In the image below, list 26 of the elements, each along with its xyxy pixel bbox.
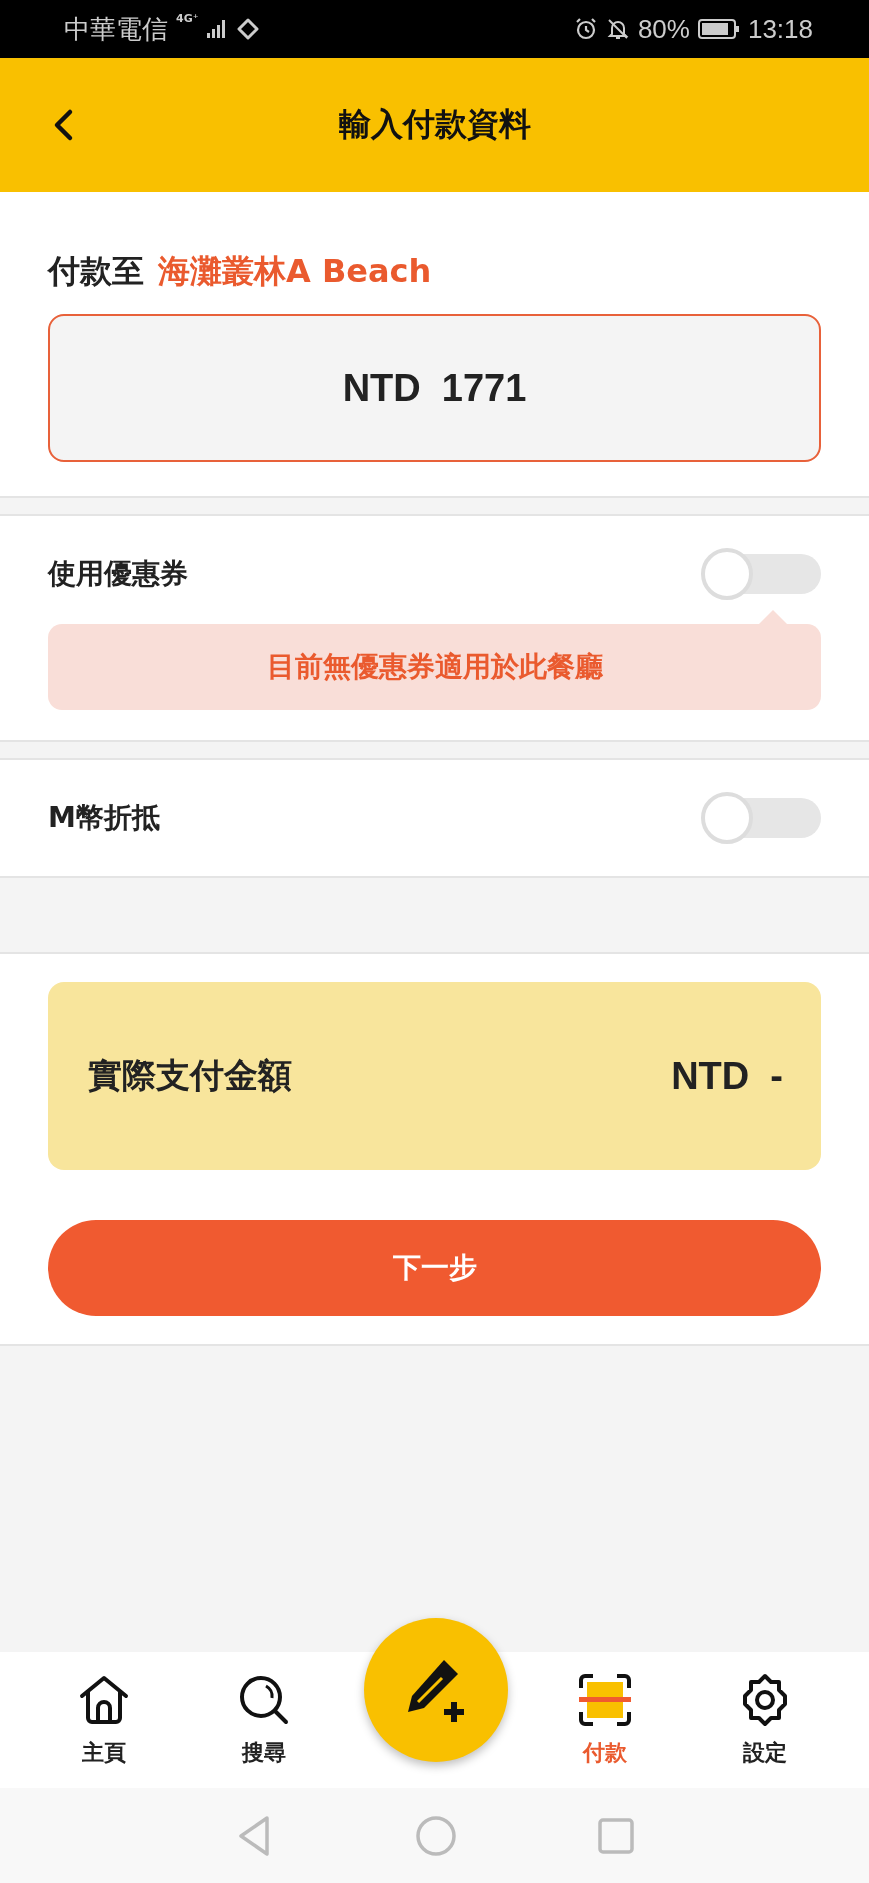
- battery-icon: [697, 18, 740, 40]
- nav-tab[interactable]: 付款: [544, 1672, 665, 1768]
- amount-field[interactable]: NTD 1771: [48, 314, 821, 462]
- nav-tab[interactable]: 主頁: [44, 1672, 165, 1768]
- page-title: 輸入付款資料: [338, 104, 531, 145]
- toggle-switch[interactable]: [701, 792, 821, 844]
- network-type: 4G⁺: [176, 12, 199, 25]
- notice-banner: 目前無優惠券適用於此餐廳: [48, 624, 821, 710]
- option-label: 使用優惠券: [48, 556, 188, 592]
- total-value: NTD -: [671, 1054, 783, 1098]
- toggle-switch[interactable]: [701, 548, 821, 600]
- carrier-name: 中華電信: [64, 12, 168, 46]
- pay-to-label: 付款至: [48, 251, 144, 292]
- scan-icon: [576, 1672, 633, 1728]
- option-label: M幣折抵: [48, 800, 160, 836]
- diamond-icon: [236, 18, 259, 40]
- total-label: 實際支付金額: [88, 1054, 292, 1097]
- battery-percent: 80%: [637, 13, 690, 45]
- nav-tab[interactable]: 搜尋: [204, 1672, 325, 1768]
- callout-pointer: [759, 610, 787, 624]
- nav-tab[interactable]: 設定: [704, 1672, 825, 1768]
- muted-bell-icon: [605, 17, 630, 41]
- home-nav-icon[interactable]: [414, 1814, 457, 1857]
- clock-time: 13:18: [747, 13, 813, 45]
- restaurant-name: 海灘叢林A Beach: [158, 251, 432, 292]
- recents-nav-icon[interactable]: [596, 1816, 635, 1855]
